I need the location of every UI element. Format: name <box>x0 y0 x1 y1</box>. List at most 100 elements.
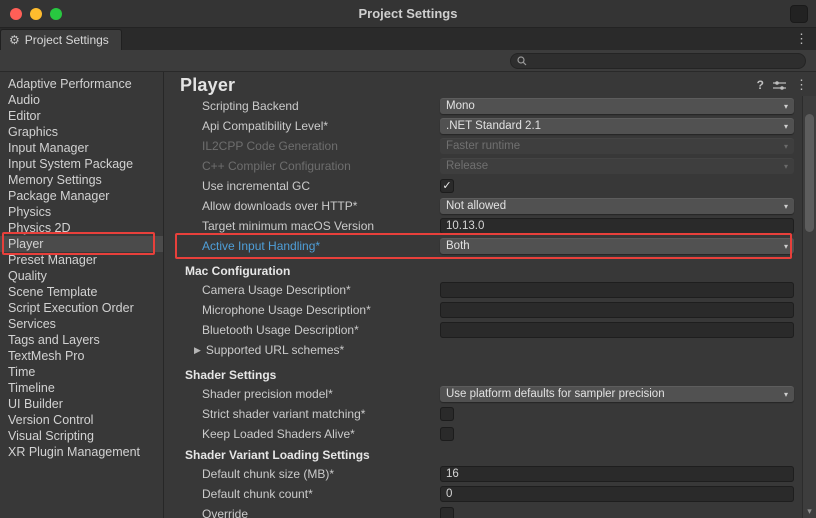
sidebar-item-timeline[interactable]: Timeline <box>0 380 163 396</box>
setting-label: Strict shader variant matching* <box>202 407 440 421</box>
chevron-down-icon: ▾ <box>784 242 788 251</box>
chevron-down-icon: ▾ <box>784 122 788 131</box>
sidebar-item-preset-manager[interactable]: Preset Manager <box>0 252 163 268</box>
use-incremental-gc-checkbox[interactable]: ✓ <box>440 179 454 193</box>
microphone-usage-description-field[interactable] <box>440 302 794 318</box>
bluetooth-usage-description-field[interactable] <box>440 322 794 338</box>
sidebar-item-visual-scripting[interactable]: Visual Scripting <box>0 428 163 444</box>
row-use-incremental-gc: Use incremental GC ✓ <box>164 176 802 196</box>
setting-label: Scripting Backend <box>202 99 440 113</box>
scrollbar-thumb[interactable] <box>805 114 814 232</box>
panel-header: Player ? ⋮ <box>164 72 816 96</box>
row-bluetooth-usage-description: Bluetooth Usage Description* <box>164 320 802 340</box>
window-title: Project Settings <box>0 6 816 21</box>
sidebar-item-memory-settings[interactable]: Memory Settings <box>0 172 163 188</box>
sidebar-item-adaptive-performance[interactable]: Adaptive Performance <box>0 76 163 92</box>
override-checkbox[interactable] <box>440 507 454 518</box>
search-box[interactable] <box>510 53 806 69</box>
row-shader-precision-model: Shader precision model* Use platform def… <box>164 384 802 404</box>
shader-precision-model-dropdown[interactable]: Use platform defaults for sampler precis… <box>440 386 794 402</box>
check-icon: ✓ <box>442 179 451 193</box>
vertical-scrollbar[interactable]: ▾ <box>802 96 816 518</box>
sidebar-item-scene-template[interactable]: Scene Template <box>0 284 163 300</box>
chevron-down-icon: ▾ <box>784 142 788 151</box>
target-minimum-macos-version-field[interactable]: 10.13.0 <box>440 218 794 234</box>
sidebar-item-physics-2d[interactable]: Physics 2D <box>0 220 163 236</box>
cpp-compiler-configuration-dropdown: Release▾ <box>440 158 794 174</box>
sidebar-item-package-manager[interactable]: Package Manager <box>0 188 163 204</box>
presets-icon[interactable] <box>773 80 786 91</box>
minimize-button[interactable] <box>30 8 42 20</box>
search-input[interactable] <box>531 55 799 67</box>
setting-label: Shader precision model* <box>202 387 440 401</box>
sidebar-item-quality[interactable]: Quality <box>0 268 163 284</box>
scripting-backend-dropdown[interactable]: Mono▾ <box>440 98 794 114</box>
row-cpp-compiler-configuration: C++ Compiler Configuration Release▾ <box>164 156 802 176</box>
traffic-lights <box>10 8 62 20</box>
default-chunk-size-field[interactable]: 16 <box>440 466 794 482</box>
section-mac-configuration: Mac Configuration <box>164 262 802 280</box>
keep-loaded-shaders-alive-checkbox[interactable] <box>440 427 454 441</box>
player-settings-panel: Player ? ⋮ Scripting Backend Mono▾ <box>164 72 816 518</box>
setting-label: Camera Usage Description* <box>202 283 440 297</box>
setting-label: Microphone Usage Description* <box>202 303 440 317</box>
foldout-arrow-icon: ▶ <box>194 345 201 356</box>
api-compatibility-dropdown[interactable]: .NET Standard 2.1▾ <box>440 118 794 134</box>
project-settings-window: Project Settings ⚙ Project Settings ⋮ Ad… <box>0 0 816 518</box>
tab-bar-menu-icon[interactable]: ⋮ <box>795 31 808 47</box>
row-override: Override <box>164 504 802 518</box>
active-input-handling-dropdown[interactable]: Both▾ <box>440 238 794 254</box>
sidebar-item-services[interactable]: Services <box>0 316 163 332</box>
chevron-down-icon: ▾ <box>784 390 788 399</box>
tab-bar: ⚙ Project Settings ⋮ <box>0 28 816 50</box>
setting-label: Active Input Handling* <box>202 239 440 253</box>
settings-rows: Scripting Backend Mono▾ Api Compatibilit… <box>164 96 802 518</box>
settings-sidebar: Adaptive Performance Audio Editor Graphi… <box>0 72 164 518</box>
chevron-down-icon: ▾ <box>784 162 788 171</box>
row-camera-usage-description: Camera Usage Description* <box>164 280 802 300</box>
sidebar-item-graphics[interactable]: Graphics <box>0 124 163 140</box>
scroll-down-icon[interactable]: ▾ <box>803 506 816 517</box>
sidebar-item-input-system-package[interactable]: Input System Package <box>0 156 163 172</box>
sidebar-item-script-execution-order[interactable]: Script Execution Order <box>0 300 163 316</box>
row-target-minimum-macos-version: Target minimum macOS Version 10.13.0 <box>164 216 802 236</box>
section-shader-variant-loading-settings: Shader Variant Loading Settings <box>164 446 802 464</box>
sidebar-item-tags-and-layers[interactable]: Tags and Layers <box>0 332 163 348</box>
window-proxy-icon <box>790 5 808 23</box>
chevron-down-icon: ▾ <box>784 102 788 111</box>
row-scripting-backend: Scripting Backend Mono▾ <box>164 96 802 116</box>
camera-usage-description-field[interactable] <box>440 282 794 298</box>
panel-menu-icon[interactable]: ⋮ <box>795 77 808 93</box>
search-icon <box>517 56 527 66</box>
sidebar-item-version-control[interactable]: Version Control <box>0 412 163 428</box>
close-button[interactable] <box>10 8 22 20</box>
sidebar-item-physics[interactable]: Physics <box>0 204 163 220</box>
setting-label: Use incremental GC <box>202 179 440 193</box>
setting-label: Supported URL schemes* <box>206 343 444 357</box>
allow-downloads-http-dropdown[interactable]: Not allowed▾ <box>440 198 794 214</box>
sidebar-item-time[interactable]: Time <box>0 364 163 380</box>
sidebar-item-xr-plugin-management[interactable]: XR Plugin Management <box>0 444 163 460</box>
zoom-button[interactable] <box>50 8 62 20</box>
sidebar-item-ui-builder[interactable]: UI Builder <box>0 396 163 412</box>
row-strict-shader-variant-matching: Strict shader variant matching* <box>164 404 802 424</box>
page-title: Player <box>180 75 757 96</box>
setting-label: Default chunk size (MB)* <box>202 467 440 481</box>
default-chunk-count-field[interactable]: 0 <box>440 486 794 502</box>
sidebar-item-input-manager[interactable]: Input Manager <box>0 140 163 156</box>
setting-label: IL2CPP Code Generation <box>202 139 440 153</box>
row-supported-url-schemes[interactable]: ▶ Supported URL schemes* <box>164 340 802 360</box>
sidebar-item-player[interactable]: Player <box>0 236 163 252</box>
strict-shader-variant-matching-checkbox[interactable] <box>440 407 454 421</box>
help-icon[interactable]: ? <box>757 78 764 92</box>
tab-project-settings[interactable]: ⚙ Project Settings <box>0 29 122 50</box>
setting-label: Bluetooth Usage Description* <box>202 323 440 337</box>
setting-label: Allow downloads over HTTP* <box>202 199 440 213</box>
sidebar-item-textmesh-pro[interactable]: TextMesh Pro <box>0 348 163 364</box>
row-api-compatibility-level: Api Compatibility Level* .NET Standard 2… <box>164 116 802 136</box>
sidebar-item-audio[interactable]: Audio <box>0 92 163 108</box>
sidebar-item-editor[interactable]: Editor <box>0 108 163 124</box>
setting-label: Api Compatibility Level* <box>202 119 440 133</box>
il2cpp-code-generation-dropdown: Faster runtime▾ <box>440 138 794 154</box>
row-keep-loaded-shaders-alive: Keep Loaded Shaders Alive* <box>164 424 802 444</box>
